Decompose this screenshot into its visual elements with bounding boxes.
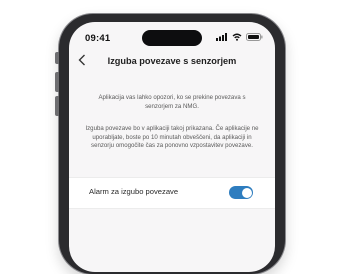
toggle-knob: [241, 187, 252, 198]
page-title: Izguba povezave s senzorjem: [107, 56, 237, 66]
volume-up-button: [55, 72, 59, 92]
action-button: [55, 52, 59, 64]
alarm-setting-label: Alarm za izgubo povezave: [89, 187, 179, 196]
alarm-toggle-switch[interactable]: [229, 186, 253, 199]
volume-down-button: [55, 96, 59, 116]
phone-screen: 09:41 Izguba povezave s senzorjem Aplika…: [69, 22, 275, 272]
navigation-bar: Izguba povezave s senzorjem: [69, 52, 275, 74]
signal-icon: [216, 33, 227, 41]
battery-icon: [246, 33, 263, 41]
alarm-setting-row: Alarm za izgubo povezave: [69, 177, 275, 209]
status-icons: [216, 33, 263, 41]
status-time: 09:41: [85, 33, 111, 44]
description-paragraph-2: Izguba povezave bo v aplikaciji takoj pr…: [85, 125, 259, 150]
wifi-icon: [232, 33, 242, 41]
dynamic-island: [142, 30, 202, 46]
description-paragraph-1: Aplikacija vas lahko opozori, ko se prek…: [98, 94, 246, 110]
